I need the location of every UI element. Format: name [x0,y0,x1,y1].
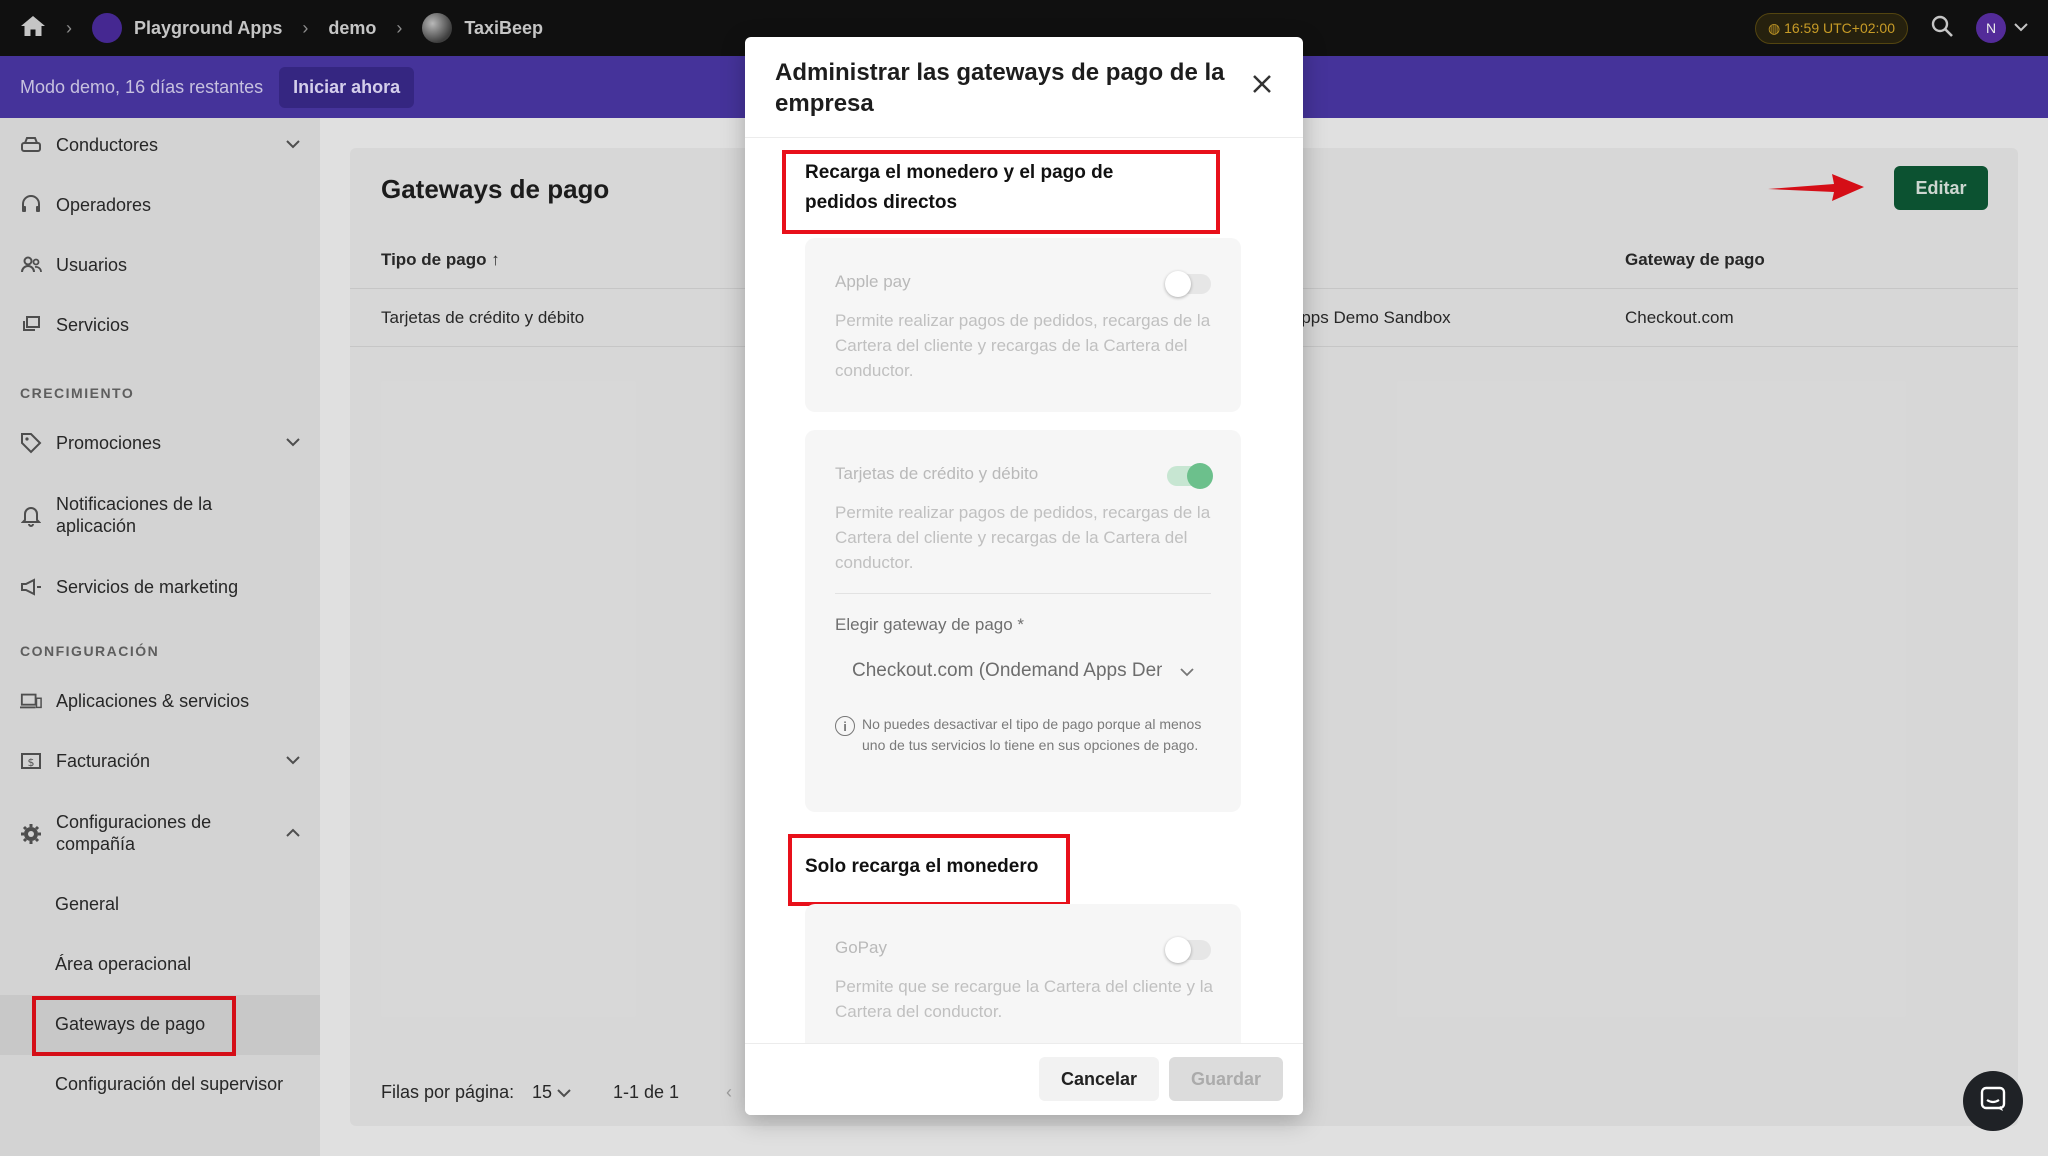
payment-name: GoPay [835,938,887,957]
payment-name: Apple pay [835,272,911,291]
divider [835,593,1211,594]
save-button[interactable]: Guardar [1169,1057,1283,1101]
cards-toggle[interactable] [1167,463,1213,489]
info-message: No puedes desactivar el tipo de pago por… [862,716,1202,753]
close-icon[interactable] [1251,71,1273,101]
modal-footer: Cancelar Guardar [745,1043,1303,1115]
gopay-toggle[interactable] [1165,937,1211,963]
payment-name: Tarjetas de crédito y débito [835,464,1039,483]
payment-card-gopay: GoPay Permite que se recargue la Cartera… [805,904,1241,1064]
payment-description: Permite que se recargue la Cartera del c… [835,977,1213,1021]
chat-button[interactable] [1963,1071,2023,1131]
toggle-knob [1165,937,1191,963]
payment-gateways-modal: Administrar las gateways de pago de la e… [745,37,1303,1115]
chevron-down-icon[interactable] [1180,664,1194,680]
toggle-knob [1165,271,1191,297]
cancel-button[interactable]: Cancelar [1039,1057,1159,1101]
info-icon: i [835,716,855,736]
payment-description: Permite realizar pagos de pedidos, recar… [835,503,1211,572]
gateway-select[interactable]: Checkout.com (Ondemand Apps Demo Sandbox… [852,660,1162,682]
modal-header-divider [745,137,1303,138]
payment-description: Permite realizar pagos de pedidos, recar… [835,311,1211,380]
gateway-select-label: Elegir gateway de pago * [835,615,1025,634]
payment-card-credit-debit: Tarjetas de crédito y débito Permite rea… [805,430,1241,812]
chat-icon [1979,1085,2007,1118]
payment-card-apple-pay: Apple pay Permite realizar pagos de pedi… [805,238,1241,412]
highlight-box [782,150,1220,234]
highlight-box [788,834,1070,906]
toggle-knob [1187,463,1213,489]
modal-footer-divider [745,1043,1303,1044]
apple-pay-toggle[interactable] [1165,271,1211,297]
modal-title: Administrar las gateways de pago de la e… [775,59,1225,117]
